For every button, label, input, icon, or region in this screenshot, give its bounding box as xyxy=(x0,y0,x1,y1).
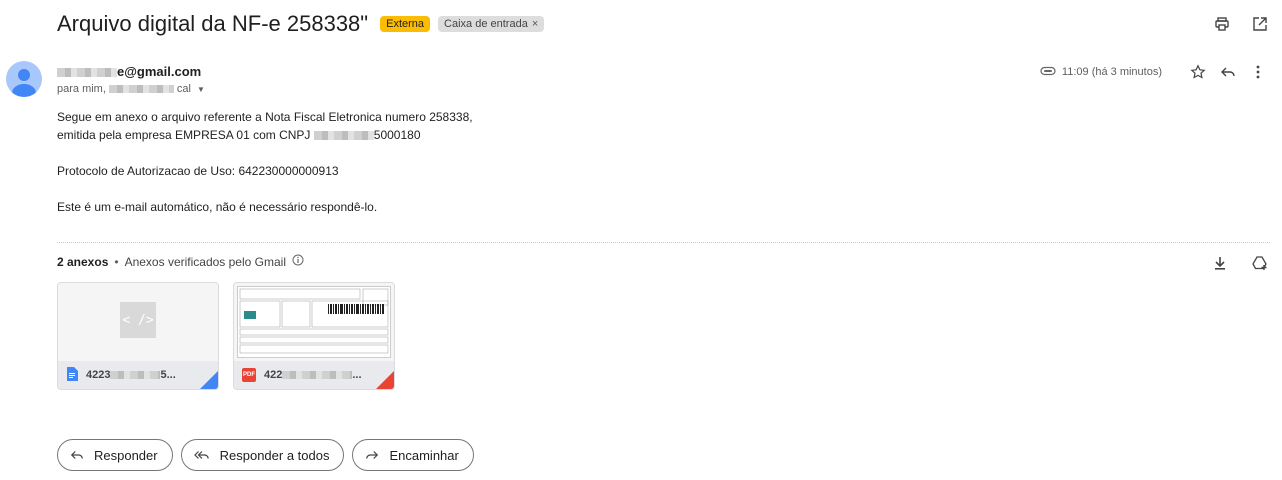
attachment-footer: 4223 5... xyxy=(58,361,218,389)
sender-avatar[interactable] xyxy=(6,61,42,97)
reply-actions: Responder Responder a todos Encaminhar xyxy=(57,439,474,471)
body-protocol: Protocolo de Autorizacao de Uso: 6422300… xyxy=(57,164,339,178)
info-icon[interactable] xyxy=(292,254,304,269)
reply-all-button[interactable]: Responder a todos xyxy=(180,439,345,471)
attachment-preview xyxy=(234,283,394,361)
reply-label: Responder xyxy=(94,447,158,463)
reply-icon xyxy=(70,451,83,459)
recipient-prefix: para mim, xyxy=(57,83,106,95)
sender-email: e@gmail.com xyxy=(117,64,202,79)
print-icon[interactable] xyxy=(1212,14,1232,34)
recipient-line[interactable]: para mim, cal ▼ xyxy=(57,83,205,95)
forward-icon xyxy=(366,451,379,459)
email-subject: Arquivo digital da NF-e 258338" xyxy=(57,11,369,36)
star-icon[interactable] xyxy=(1188,62,1208,82)
open-new-window-icon[interactable] xyxy=(1250,14,1270,34)
attachment-preview: < /> xyxy=(58,283,218,361)
code-file-icon: < /> xyxy=(120,302,156,338)
separator: • xyxy=(114,254,119,269)
redacted-block xyxy=(57,68,117,78)
body-line-prefix: emitida pela empresa EMPRESA 01 com CNPJ xyxy=(57,128,311,142)
attachments-actions xyxy=(1210,253,1270,273)
redacted-block xyxy=(313,131,374,141)
message-body: Segue em anexo o arquivo referente a Not… xyxy=(57,108,473,216)
attachment-card-pdf[interactable]: PDF 422... xyxy=(233,282,395,390)
recipient-suffix: cal xyxy=(176,83,191,95)
sender-name: e@gmail.com xyxy=(57,64,201,79)
subject-row: Arquivo digital da NF-e 258338" Externa … xyxy=(57,10,545,38)
pdf-icon: PDF xyxy=(242,368,256,382)
forward-label: Encaminhar xyxy=(389,447,459,463)
body-line: emitida pela empresa EMPRESA 01 com CNPJ… xyxy=(57,126,473,144)
attachment-card-xml[interactable]: < /> 4223 5... xyxy=(57,282,219,390)
message-meta: 11:09 (há 3 minutos) xyxy=(1040,62,1268,82)
file-type-corner xyxy=(376,371,394,389)
message-timestamp: 11:09 (há 3 minutos) xyxy=(1061,66,1162,78)
attachment-footer: PDF 422... xyxy=(234,361,394,389)
reply-button[interactable]: Responder xyxy=(57,439,173,471)
reply-all-label: Responder a todos xyxy=(219,447,330,463)
attachment-name: 422... xyxy=(264,369,362,381)
inbox-label[interactable]: Caixa de entrada × xyxy=(438,16,545,32)
attachments-divider xyxy=(57,242,1270,243)
body-line: Segue em anexo o arquivo referente a Not… xyxy=(57,110,473,124)
body-auto-notice: Este é um e-mail automático, não é neces… xyxy=(57,200,378,214)
top-actions xyxy=(1212,14,1270,34)
remove-label-icon[interactable]: × xyxy=(532,18,538,30)
redacted-block xyxy=(108,85,174,93)
attachments-verified: Anexos verificados pelo Gmail xyxy=(124,254,286,269)
download-all-icon[interactable] xyxy=(1210,253,1230,273)
document-icon xyxy=(66,366,78,384)
inbox-label-text: Caixa de entrada xyxy=(444,18,528,30)
reply-icon[interactable] xyxy=(1218,62,1238,82)
file-type-corner xyxy=(200,371,218,389)
attachment-clip-icon xyxy=(1040,66,1056,79)
pdf-thumbnail xyxy=(237,286,391,358)
attachments-header: 2 anexos • Anexos verificados pelo Gmail xyxy=(57,254,304,269)
more-options-icon[interactable] xyxy=(1248,62,1268,82)
attachment-name: 4223 5... xyxy=(86,369,176,381)
reply-all-icon xyxy=(193,451,209,459)
attachments-count: 2 anexos xyxy=(57,254,109,269)
forward-button[interactable]: Encaminhar xyxy=(352,439,474,471)
chevron-down-icon[interactable]: ▼ xyxy=(197,85,205,94)
external-label: Externa xyxy=(380,16,431,32)
body-line-suffix: 5000180 xyxy=(373,128,421,142)
add-to-drive-icon[interactable] xyxy=(1250,253,1270,273)
